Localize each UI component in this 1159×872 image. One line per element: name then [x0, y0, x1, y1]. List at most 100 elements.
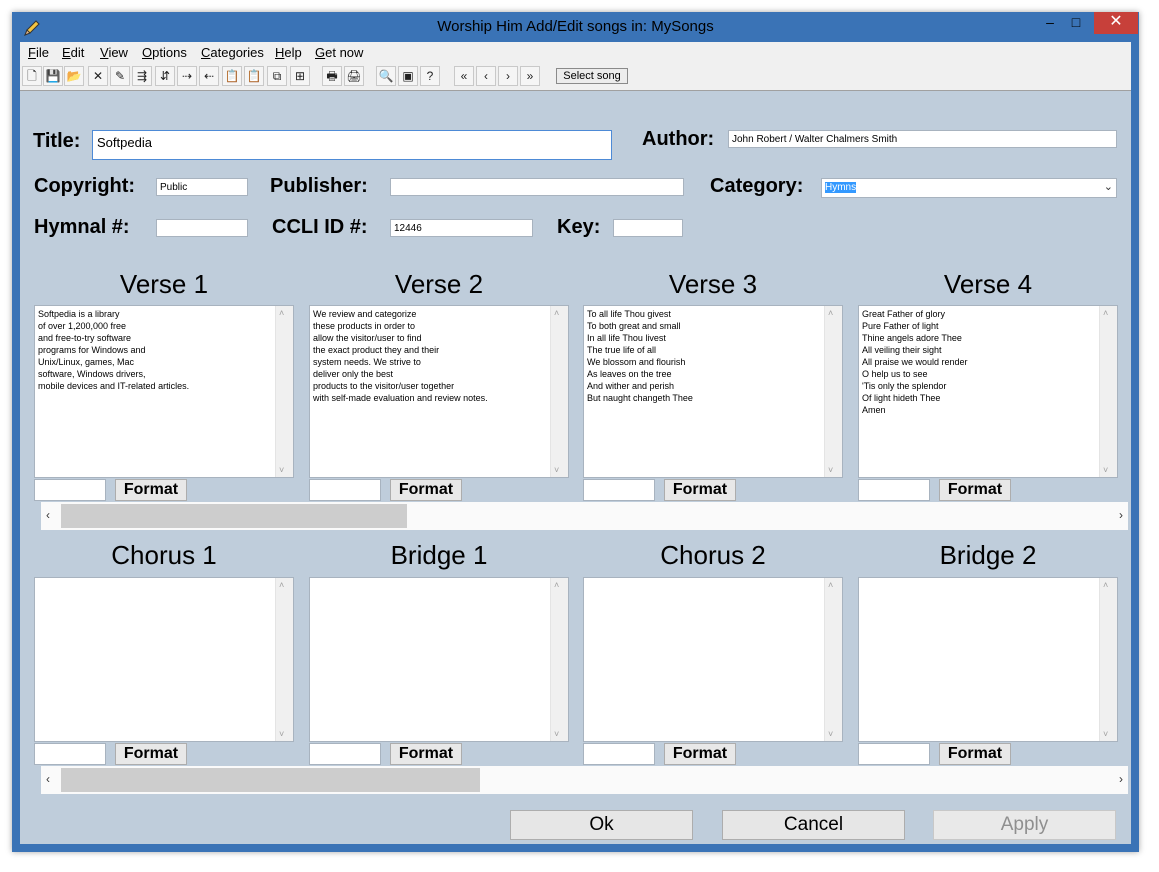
- chevron-down-icon[interactable]: ˅: [554, 729, 559, 739]
- menu-view[interactable]: View: [100, 45, 128, 60]
- next-icon[interactable]: ›: [498, 66, 518, 86]
- chorus-1-format-button[interactable]: Format: [115, 743, 187, 765]
- category-select[interactable]: Hymns ⌄: [821, 178, 1117, 198]
- chevron-up-icon[interactable]: ˄: [279, 308, 284, 318]
- chevron-down-icon[interactable]: ˅: [828, 729, 833, 739]
- select-song-button[interactable]: Select song: [556, 68, 628, 84]
- close-button[interactable]: ✕: [1094, 12, 1138, 34]
- prev-icon[interactable]: ‹: [476, 66, 496, 86]
- chorus-1-small-input[interactable]: [34, 743, 106, 765]
- bridge-1-textarea[interactable]: ˄ ˅: [309, 577, 569, 742]
- chevron-up-icon[interactable]: ˄: [828, 308, 833, 318]
- vertical-scrollbar[interactable]: ˄ ˅: [550, 578, 568, 741]
- new-icon[interactable]: 🗋: [22, 66, 42, 86]
- verse-4-small-input[interactable]: [858, 479, 930, 501]
- cancel-button[interactable]: Cancel: [722, 810, 905, 840]
- vertical-scrollbar[interactable]: ˄ ˅: [1099, 306, 1117, 477]
- key-input[interactable]: [613, 219, 683, 237]
- verse-4-format-button[interactable]: Format: [939, 479, 1011, 501]
- menu-get-now[interactable]: Get now: [315, 45, 363, 60]
- horizontal-scrollbar-top[interactable]: ‹ ›: [41, 502, 1128, 530]
- title-bar[interactable]: Worship Him Add/Edit songs in: MySongs –…: [12, 12, 1139, 42]
- open-icon[interactable]: 📂: [64, 66, 84, 86]
- verse-3-format-button[interactable]: Format: [664, 479, 736, 501]
- chorus-2-small-input[interactable]: [583, 743, 655, 765]
- chevron-up-icon[interactable]: ˄: [1103, 580, 1108, 590]
- menu-file[interactable]: File: [28, 45, 49, 60]
- verse-4-textarea[interactable]: Great Father of glory Pure Father of lig…: [858, 305, 1118, 478]
- vertical-scrollbar[interactable]: ˄ ˅: [824, 306, 842, 477]
- author-input[interactable]: John Robert / Walter Chalmers Smith: [728, 130, 1117, 148]
- horizontal-scrollbar-bottom[interactable]: ‹ ›: [41, 766, 1128, 794]
- verse-3-small-input[interactable]: [583, 479, 655, 501]
- vertical-scrollbar[interactable]: ˄ ˅: [824, 578, 842, 741]
- menu-categories[interactable]: Categories: [201, 45, 264, 60]
- chorus-2-format-button[interactable]: Format: [664, 743, 736, 765]
- find-icon[interactable]: 🔍: [376, 66, 396, 86]
- chevron-down-icon[interactable]: ˅: [1103, 729, 1108, 739]
- scroll-thumb[interactable]: [61, 768, 480, 792]
- paste-icon[interactable]: 📋: [222, 66, 242, 86]
- bridge-2-small-input[interactable]: [858, 743, 930, 765]
- scroll-right-icon[interactable]: ›: [1119, 508, 1123, 522]
- publisher-input[interactable]: [390, 178, 684, 196]
- verse-2-small-input[interactable]: [309, 479, 381, 501]
- chevron-up-icon[interactable]: ˄: [554, 580, 559, 590]
- chevron-up-icon[interactable]: ˄: [279, 580, 284, 590]
- export-icon[interactable]: ⇵: [155, 66, 175, 86]
- chevron-down-icon[interactable]: ˅: [828, 465, 833, 475]
- copy-icon[interactable]: ⧉: [267, 66, 287, 86]
- chevron-down-icon[interactable]: ˅: [279, 465, 284, 475]
- copyright-input[interactable]: Public: [156, 178, 248, 196]
- chevron-up-icon[interactable]: ˄: [554, 308, 559, 318]
- edit-icon[interactable]: ✎: [110, 66, 130, 86]
- chevron-up-icon[interactable]: ˄: [1103, 308, 1108, 318]
- maximize-button[interactable]: □: [1063, 12, 1089, 34]
- bridge-2-textarea[interactable]: ˄ ˅: [858, 577, 1118, 742]
- verse-2-format-button[interactable]: Format: [390, 479, 462, 501]
- hymnal-input[interactable]: [156, 219, 248, 237]
- vertical-scrollbar[interactable]: ˄ ˅: [275, 578, 293, 741]
- last-icon[interactable]: »: [520, 66, 540, 86]
- import-icon[interactable]: ⇶: [132, 66, 152, 86]
- chorus-2-textarea[interactable]: ˄ ˅: [583, 577, 843, 742]
- verse-3-textarea[interactable]: To all life Thou givest To both great an…: [583, 305, 843, 478]
- ccli-input[interactable]: 12446: [390, 219, 533, 237]
- delete-icon[interactable]: ✕: [88, 66, 108, 86]
- chevron-down-icon[interactable]: ˅: [1103, 465, 1108, 475]
- scroll-thumb[interactable]: [61, 504, 407, 528]
- ok-button[interactable]: Ok: [510, 810, 693, 840]
- chevron-up-icon[interactable]: ˄: [828, 580, 833, 590]
- scroll-right-icon[interactable]: ›: [1119, 772, 1123, 786]
- receive-icon[interactable]: ⇠: [199, 66, 219, 86]
- bridge-1-format-button[interactable]: Format: [390, 743, 462, 765]
- print-icon[interactable]: 🖶: [322, 66, 342, 86]
- scroll-left-icon[interactable]: ‹: [46, 508, 50, 522]
- chevron-down-icon[interactable]: ˅: [554, 465, 559, 475]
- title-input[interactable]: Softpedia: [92, 130, 612, 160]
- menu-edit[interactable]: Edit: [62, 45, 84, 60]
- first-icon[interactable]: «: [454, 66, 474, 86]
- verse-2-textarea[interactable]: We review and categorize these products …: [309, 305, 569, 478]
- vertical-scrollbar[interactable]: ˄ ˅: [550, 306, 568, 477]
- help-icon[interactable]: ?: [420, 66, 440, 86]
- menu-options[interactable]: Options: [142, 45, 187, 60]
- merge-icon[interactable]: ⊞: [290, 66, 310, 86]
- paste-special-icon[interactable]: 📋: [244, 66, 264, 86]
- vertical-scrollbar[interactable]: ˄ ˅: [275, 306, 293, 477]
- chevron-down-icon[interactable]: ˅: [279, 729, 284, 739]
- minimize-button[interactable]: –: [1037, 12, 1063, 34]
- verse-1-small-input[interactable]: [34, 479, 106, 501]
- apply-button[interactable]: Apply: [933, 810, 1116, 840]
- chorus-1-textarea[interactable]: ˄ ˅: [34, 577, 294, 742]
- verse-1-textarea[interactable]: Softpedia is a library of over 1,200,000…: [34, 305, 294, 478]
- bridge-2-format-button[interactable]: Format: [939, 743, 1011, 765]
- display-icon[interactable]: ▣: [398, 66, 418, 86]
- bridge-1-small-input[interactable]: [309, 743, 381, 765]
- menu-help[interactable]: Help: [275, 45, 302, 60]
- print-preview-icon[interactable]: 🖨: [344, 66, 364, 86]
- save-icon[interactable]: 💾: [43, 66, 63, 86]
- send-icon[interactable]: ⇢: [177, 66, 197, 86]
- scroll-left-icon[interactable]: ‹: [46, 772, 50, 786]
- vertical-scrollbar[interactable]: ˄ ˅: [1099, 578, 1117, 741]
